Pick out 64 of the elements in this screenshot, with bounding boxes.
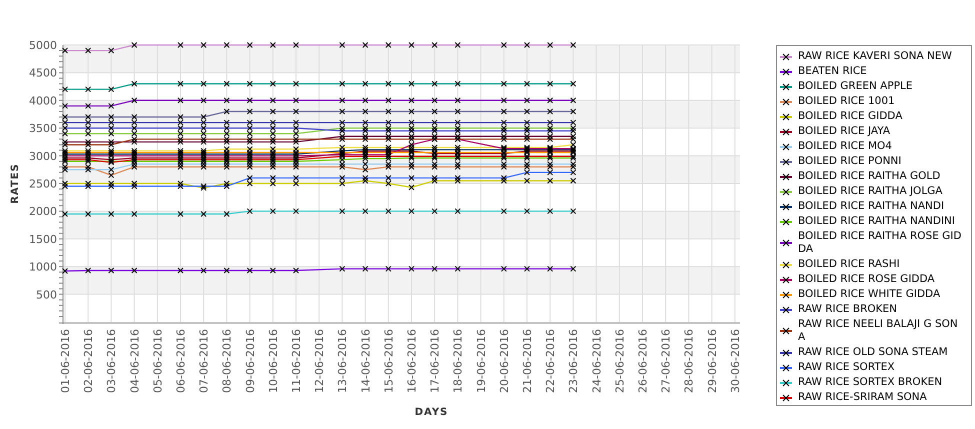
legend-label: BOILED RICE RAITHA NANDINI [798, 215, 956, 228]
x-tick-label: 26-06-2016 [636, 329, 650, 393]
y-tick-label: 2000 [29, 205, 57, 218]
legend-label: BOILED RICE RAITHA GOLD [798, 170, 942, 183]
x-tick-label: 05-06-2016 [151, 329, 164, 393]
x-tick-label: 12-06-2016 [313, 329, 326, 393]
x-tick-label: 14-06-2016 [359, 329, 372, 393]
legend-label: BOILED RICE WHITE GIDDA [798, 288, 942, 301]
y-tick-label: 1500 [29, 232, 57, 246]
legend-label: BOILED GREEN APPLE [798, 80, 914, 93]
legend-label: BOILED RICE JAYA [798, 125, 892, 138]
x-tick-label: 13-06-2016 [336, 329, 350, 393]
x-tick-label: 01-06-2016 [59, 329, 72, 393]
legend-label: RAW RICE SORTEX BROKEN [798, 376, 944, 389]
y-tick-label: 3500 [29, 122, 57, 136]
legend-label: RAW RICE OLD SONA STEAM [798, 346, 949, 359]
legend-label: RAW RICE-SRIRAM SONA [798, 391, 928, 404]
y-tick-label: 5000 [29, 39, 57, 52]
legend-label: BOILED RICE ROSE GIDDA [798, 273, 936, 286]
x-tick-label: 27-06-2016 [660, 329, 673, 393]
x-axis-title: DAYS [414, 407, 448, 418]
y-axis-title: RATES [10, 163, 21, 204]
x-tick-label: 11-06-2016 [290, 329, 303, 393]
x-tick-label: 03-06-2016 [105, 329, 118, 393]
legend-label: RAW RICE NEELI BALAJI G SONA [798, 318, 959, 344]
legend-label: BEATEN RICE [798, 65, 868, 78]
legend-label: BOILED RICE RAITHA ROSE GIDDA [798, 230, 962, 256]
legend-label: BOILED RICE PONNI [798, 155, 902, 168]
x-tick-label: 30-06-2016 [728, 329, 742, 393]
y-tick-label: 3000 [29, 150, 57, 163]
x-tick-label: 22-06-2016 [544, 329, 558, 393]
x-tick-label: 15-06-2016 [382, 329, 396, 393]
legend-label: BOILED RICE 1001 [798, 95, 896, 108]
legend-label: RAW RICE BROKEN [798, 303, 898, 316]
x-tick-label: 20-06-2016 [498, 329, 511, 393]
x-tick-label: 02-06-2016 [82, 329, 96, 393]
legend-label: RAW RICE KAVERI SONA NEW [798, 50, 953, 63]
x-tick-label: 09-06-2016 [244, 329, 257, 393]
x-tick-label: 04-06-2016 [128, 329, 142, 393]
legend-label: BOILED RICE MO4 [798, 140, 893, 153]
x-tick-label: 07-06-2016 [198, 329, 211, 393]
x-tick-label: 18-06-2016 [452, 329, 465, 393]
y-tick-label: 4000 [29, 94, 57, 108]
legend-label: BOILED RICE GIDDA [798, 110, 904, 123]
legend-label: BOILED RICE RAITHA JOLGA [798, 185, 944, 198]
x-tick-label: 08-06-2016 [220, 329, 234, 393]
x-tick-label: 06-06-2016 [174, 329, 188, 393]
x-tick-label: 28-06-2016 [682, 329, 696, 393]
x-tick-label: 10-06-2016 [266, 329, 280, 393]
x-tick-label: 17-06-2016 [428, 329, 442, 393]
x-tick-label: 16-06-2016 [406, 329, 418, 393]
y-tick-label: 4500 [29, 66, 57, 80]
x-tick-label: 25-06-2016 [613, 329, 626, 393]
legend-label: BOILED RICE RAITHA NANDI [798, 200, 946, 213]
x-tick-label: 29-06-2016 [706, 329, 719, 393]
legend-label: BOILED RICE RASHI [798, 258, 901, 271]
x-tick-label: 21-06-2016 [521, 329, 534, 393]
x-tick-label: 23-06-2016 [567, 329, 580, 393]
legend-label: RAW RICE SORTEX [798, 361, 896, 374]
x-tick-label: 19-06-2016 [474, 329, 488, 393]
y-tick-label: 2500 [29, 178, 57, 190]
y-tick-label: 500 [36, 288, 57, 302]
x-tick-label: 24-06-2016 [590, 329, 604, 393]
y-tick-label: 1000 [29, 260, 57, 274]
